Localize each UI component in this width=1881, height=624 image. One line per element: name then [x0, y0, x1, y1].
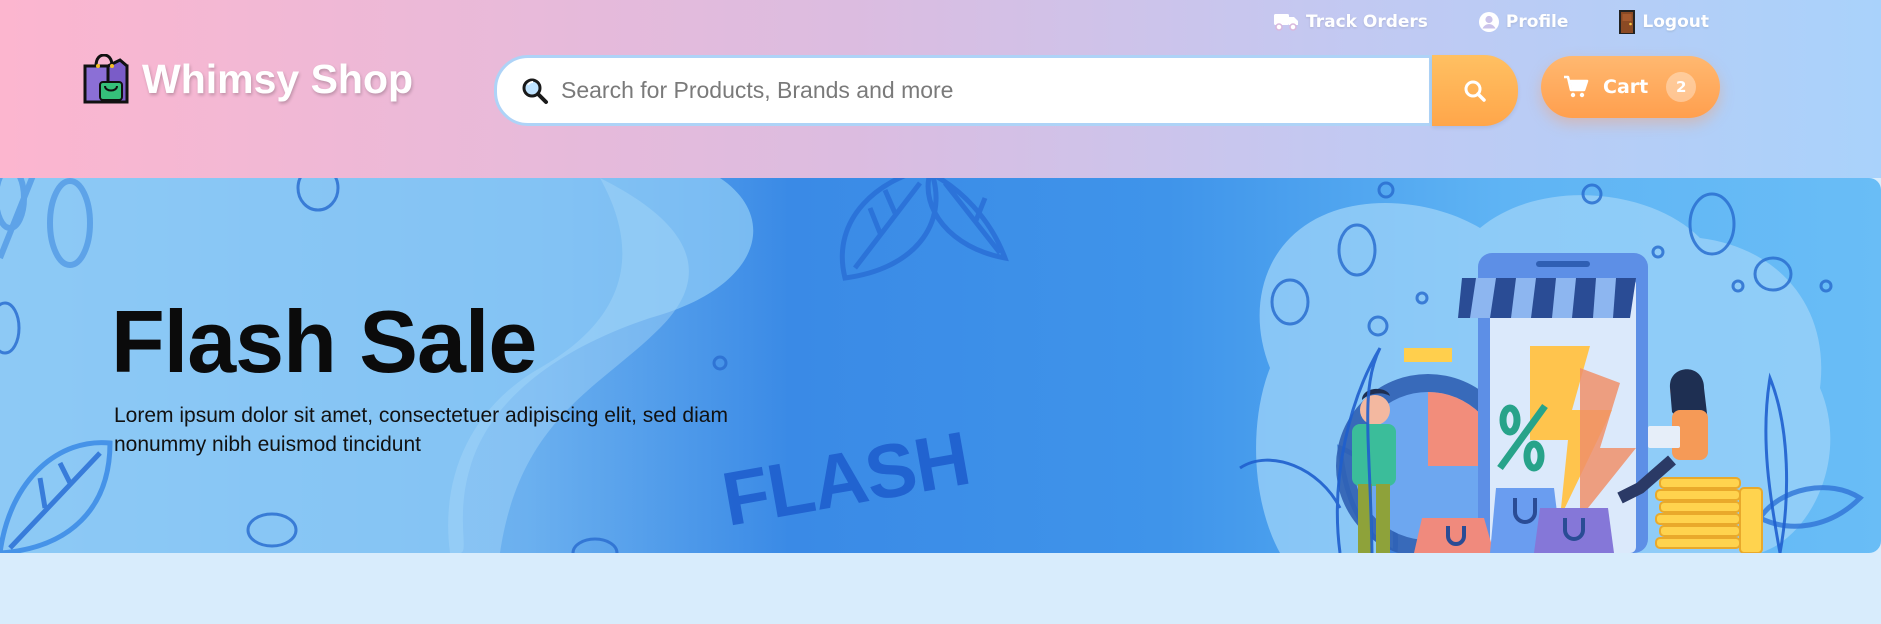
site-header: Track Orders Profile Logout Whimsy Shop …	[0, 0, 1881, 178]
profile-label: Profile	[1505, 12, 1569, 32]
profile-link[interactable]: Profile	[1478, 11, 1568, 33]
cart-label: Cart	[1603, 76, 1649, 98]
banner-subtitle: Lorem ipsum dolor sit amet, consectetuer…	[114, 404, 728, 456]
track-orders-link[interactable]: Track Orders	[1274, 12, 1428, 32]
magnifier-icon	[522, 78, 548, 104]
user-circle-icon	[1478, 12, 1499, 32]
cart-button[interactable]: Cart 2	[1541, 56, 1720, 118]
search-bar	[494, 55, 1518, 126]
logout-link[interactable]: Logout	[1618, 9, 1709, 35]
search-icon	[1464, 80, 1486, 102]
search-input[interactable]	[561, 58, 1429, 123]
cart-icon	[1564, 75, 1589, 98]
search-button[interactable]	[1432, 55, 1518, 126]
brand-logo[interactable]: Whimsy Shop	[82, 54, 413, 104]
truck-icon	[1274, 14, 1298, 31]
banner-title: Flash Sale	[111, 292, 537, 391]
flash-sale-banner[interactable]: Flash Sale Lorem ipsum dolor sit amet, c…	[0, 178, 1881, 553]
cart-count-badge: 2	[1666, 72, 1697, 102]
door-icon	[1619, 10, 1636, 34]
shopping-bag-icon	[83, 54, 129, 104]
track-orders-label: Track Orders	[1306, 12, 1428, 32]
search-box	[494, 55, 1432, 126]
logout-label: Logout	[1642, 12, 1709, 32]
brand-name: Whimsy Shop	[142, 55, 414, 102]
top-links: Track Orders Profile Logout	[1274, 9, 1709, 35]
